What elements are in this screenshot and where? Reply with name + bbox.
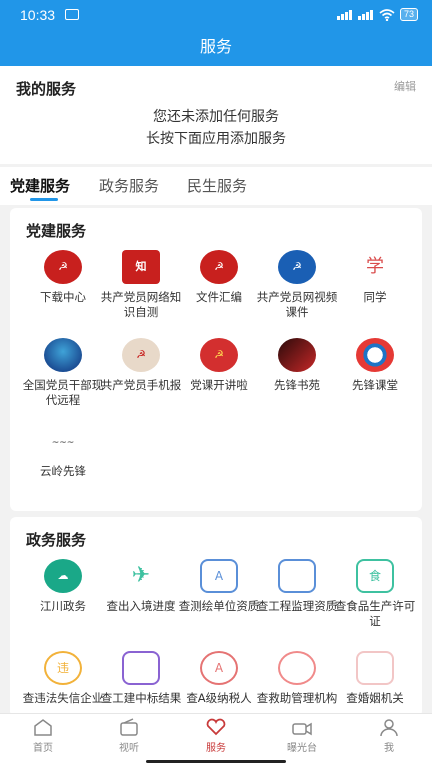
service-label: 查违法失信企业: [22, 691, 104, 705]
service-label: 查食品生产许可证: [334, 599, 416, 628]
page-title: 服务: [0, 30, 432, 66]
service-label: 文件汇编: [196, 290, 242, 304]
bid-result-icon: [122, 651, 160, 685]
status-bar: 10:33 73: [0, 0, 432, 30]
tab-indicator: [30, 198, 58, 201]
my-services-title: 我的服务: [16, 80, 77, 98]
service-item[interactable]: ✈ 查出入境进度: [96, 559, 178, 639]
food-license-icon: 食: [356, 559, 394, 593]
service-label: 查测绘单位资质: [178, 599, 260, 613]
nav-label: 我: [384, 743, 394, 754]
battery-icon: 73: [399, 8, 418, 21]
book-icon: [278, 338, 316, 372]
nav-label: 首页: [33, 743, 53, 754]
service-label: 查工建中标结果: [100, 691, 182, 705]
tab-livelihood[interactable]: 民生服务: [187, 175, 247, 196]
service-label: 共产党员网络知识自测: [100, 290, 182, 319]
service-item[interactable]: 先锋书苑: [252, 338, 334, 418]
service-label: 同学: [363, 290, 387, 304]
service-item[interactable]: ☭ 共产党员手机报: [96, 338, 181, 418]
nav-media[interactable]: 视听: [86, 714, 172, 756]
user-icon: [380, 719, 398, 736]
empty-hint-sub: 长按下面应用添加服务: [146, 131, 286, 147]
service-label: 下载中心: [40, 290, 86, 304]
category-tabs: 党建服务 政务服务 民生服务: [0, 167, 432, 205]
certificate-icon: A: [200, 559, 238, 593]
service-item[interactable]: ☁ 江川政务: [18, 559, 100, 639]
signal-icon: [357, 9, 374, 20]
section-title: 党建服务: [26, 222, 87, 240]
section-title: 政务服务: [26, 531, 87, 549]
service-item[interactable]: 先锋课堂: [330, 338, 412, 418]
service-item[interactable]: 食 查食品生产许可证: [330, 559, 415, 639]
party-logo-icon: ☭: [44, 250, 82, 284]
wifi-icon: [379, 8, 395, 21]
party-logo-blue-icon: ☭: [278, 250, 316, 284]
marriage-certificate-icon: [356, 651, 394, 685]
xue-icon: 学: [356, 250, 394, 284]
nav-home[interactable]: 首页: [0, 714, 86, 756]
party-logo-icon: ☭: [200, 250, 238, 284]
service-item[interactable]: 知 共产党员网络知识自测: [96, 250, 181, 330]
service-item[interactable]: 全国党员干部现代远程: [18, 338, 103, 418]
service-label: 江川政务: [40, 599, 86, 613]
service-item[interactable]: ☭ 共产党员网视频课件: [252, 250, 337, 330]
service-item[interactable]: 查工程监理资质: [252, 559, 337, 639]
party-flag-icon: ☭: [200, 338, 238, 372]
service-item[interactable]: ☭ 下载中心: [18, 250, 100, 330]
service-label: 查工程监理资质: [256, 599, 338, 613]
service-label: 党课开讲啦: [190, 378, 248, 392]
party-services-card: 党建服务 ☭ 下载中心 知 共产党员网络知识自测 ☭ 文件汇编 ☭ 共产党员网视…: [10, 208, 422, 511]
heart-icon: [206, 718, 226, 736]
bottom-nav: 首页 视听 服务 曝光台 我: [0, 713, 432, 755]
service-item[interactable]: A 查测绘单位资质: [174, 559, 259, 639]
nav-label: 视听: [119, 743, 139, 754]
edit-button[interactable]: 编辑: [394, 78, 416, 94]
service-label: 查婚姻机关: [346, 691, 404, 705]
home-icon: [34, 719, 52, 736]
service-label: 查救助管理机构: [256, 691, 338, 705]
gov-services-card: 政务服务 ☁ 江川政务 ✈ 查出入境进度 A 查测绘单位资质 查工程监理资质 食…: [10, 517, 422, 717]
service-item[interactable]: ☭ 党课开讲啦: [174, 338, 256, 418]
home-indicator: [0, 755, 432, 768]
status-time: 10:33: [20, 7, 56, 23]
nav-exposure[interactable]: 曝光台: [259, 714, 345, 756]
notification-icon: [65, 9, 79, 20]
my-services-panel: 我的服务 编辑 您还未添加任何服务 长按下面应用添加服务: [0, 66, 432, 164]
nav-label: 服务: [206, 743, 226, 754]
cloud-icon: ☁: [44, 559, 82, 593]
nav-services[interactable]: 服务: [173, 714, 259, 756]
engineer-icon: [278, 559, 316, 593]
service-label: 先锋书苑: [274, 378, 320, 392]
status-indicators: 73: [336, 8, 418, 21]
signal-icon: [336, 9, 353, 20]
service-item[interactable]: 学 同学: [330, 250, 412, 330]
swirl-logo-icon: [356, 338, 394, 372]
service-label: 全国党员干部现代远程: [22, 378, 104, 407]
service-label: 共产党员网视频课件: [256, 290, 338, 319]
service-item[interactable]: ☭ 文件汇编: [174, 250, 256, 330]
tab-party[interactable]: 党建服务: [10, 175, 70, 196]
globe-icon: [44, 338, 82, 372]
empty-hint: 您还未添加任何服务: [153, 109, 279, 125]
rescue-hands-icon: [278, 651, 316, 685]
service-label: 共产党员手机报: [100, 378, 182, 392]
party-logo-icon: ☭: [122, 338, 160, 372]
service-label: 云岭先锋: [40, 464, 86, 478]
tab-government[interactable]: 政务服务: [99, 175, 159, 196]
video-camera-icon: [292, 722, 312, 736]
service-label: 先锋课堂: [352, 378, 398, 392]
radio-icon: [120, 718, 138, 736]
nav-me[interactable]: 我: [346, 714, 432, 756]
service-label: 查出入境进度: [106, 599, 176, 613]
tax-medal-icon: A: [200, 651, 238, 685]
airplane-icon: ✈: [122, 559, 160, 593]
service-item[interactable]: ~~~ 云岭先锋: [18, 426, 100, 506]
knowledge-icon: 知: [122, 250, 160, 284]
violation-icon: 违: [44, 651, 82, 685]
calligraphy-logo-icon: ~~~: [44, 426, 82, 460]
nav-label: 曝光台: [287, 743, 317, 754]
service-label: 查A级纳税人: [186, 691, 252, 705]
